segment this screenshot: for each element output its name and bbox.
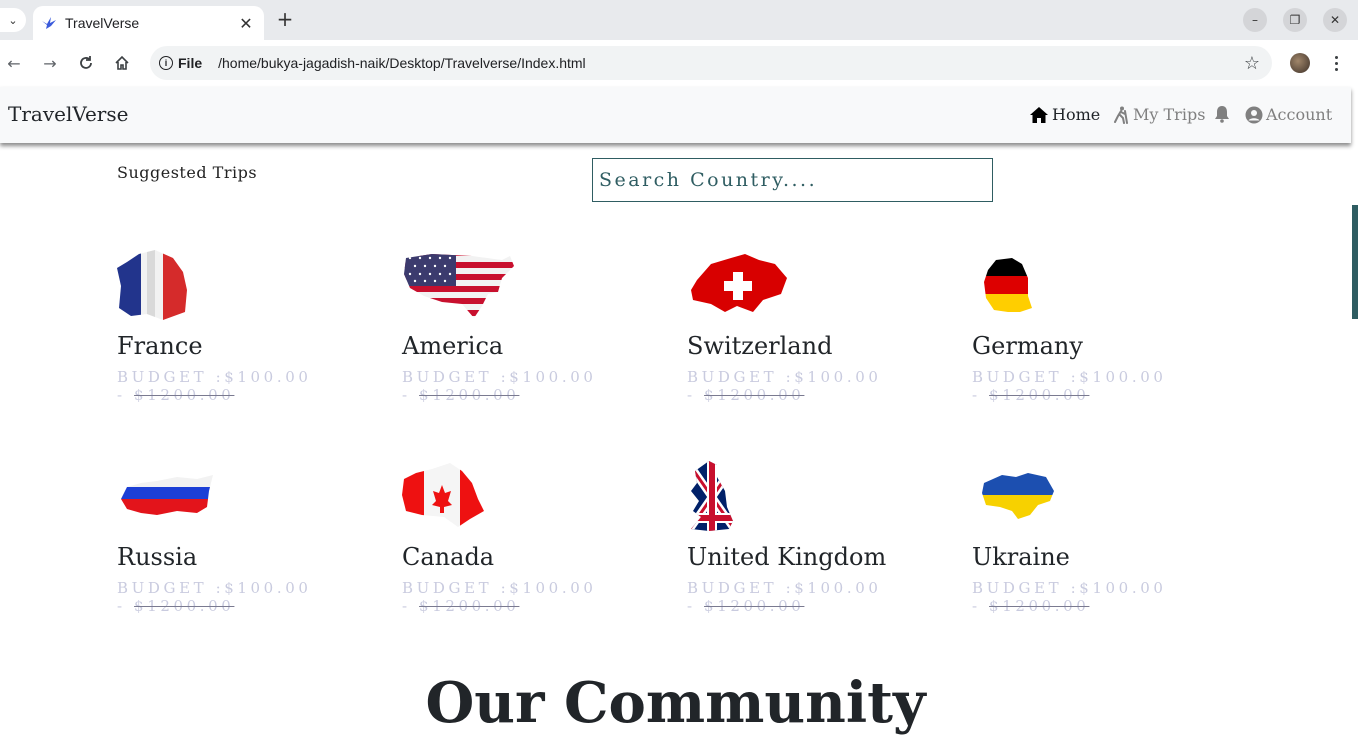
site-navbar: TravelVerse Home My Trips Account	[0, 87, 1351, 143]
trip-budget: BUDGET :$100.00 - $1200.00	[687, 579, 897, 615]
trip-card-ukraine[interactable]: Ukraine BUDGET :$100.00 - $1200.00	[972, 461, 1232, 621]
trip-budget: BUDGET :$100.00 - $1200.00	[687, 368, 897, 404]
nav-account-label: Account	[1266, 105, 1333, 124]
back-arrow-icon[interactable]: ←	[2, 51, 26, 75]
uk-flag-map-icon	[691, 461, 733, 531]
forward-arrow-icon[interactable]: →	[38, 51, 62, 75]
trip-card-canada[interactable]: Canada BUDGET :$100.00 - $1200.00	[402, 461, 662, 621]
trip-name: France	[117, 332, 203, 360]
russia-flag-map-icon	[121, 475, 213, 515]
bookmark-star-icon[interactable]: ☆	[1244, 53, 1260, 74]
home-icon	[1030, 106, 1048, 123]
budget-range-high: $1200.00	[704, 597, 805, 615]
trip-card-germany[interactable]: Germany BUDGET :$100.00 - $1200.00	[972, 250, 1232, 410]
trip-card-united-kingdom[interactable]: United Kingdom BUDGET :$100.00 - $1200.0…	[687, 461, 947, 621]
page-scrollbar-thumb[interactable]	[1352, 205, 1358, 319]
trip-name: Germany	[972, 332, 1083, 360]
nav-my-trips-label: My Trips	[1133, 105, 1206, 124]
trip-name: America	[402, 332, 504, 360]
trip-budget: BUDGET :$100.00 - $1200.00	[972, 368, 1182, 404]
tab-title: TravelVerse	[65, 15, 140, 31]
browser-toolbar: ← → i File /home/bukya-jagadish-naik/Des…	[0, 40, 1358, 86]
restore-window-icon[interactable]: ❐	[1283, 8, 1307, 32]
url-text[interactable]: /home/bukya-jagadish-naik/Desktop/Travel…	[218, 55, 586, 71]
trip-card-switzerland[interactable]: Switzerland BUDGET :$100.00 - $1200.00	[687, 250, 947, 410]
address-bar[interactable]: i File /home/bukya-jagadish-naik/Desktop…	[150, 46, 1272, 80]
budget-range-high: $1200.00	[419, 597, 520, 615]
site-info-chip[interactable]: i File	[159, 55, 202, 71]
suggested-trips-heading: Suggested Trips	[117, 163, 258, 182]
trip-budget: BUDGET :$100.00 - $1200.00	[117, 579, 327, 615]
tab-search-chevron-icon[interactable]: ⌄	[0, 8, 26, 32]
trip-budget: BUDGET :$100.00 - $1200.00	[402, 368, 612, 404]
budget-range-high: $1200.00	[134, 386, 235, 404]
trip-name: Canada	[402, 543, 495, 571]
home-icon[interactable]	[110, 51, 134, 75]
ukraine-flag-map-icon	[982, 473, 1054, 519]
budget-range-high: $1200.00	[419, 386, 520, 404]
close-window-icon[interactable]: ✕	[1323, 8, 1347, 32]
search-country-input[interactable]	[592, 158, 993, 202]
browser-menu-icon[interactable]	[1328, 51, 1344, 75]
brand-logo[interactable]: TravelVerse	[8, 102, 128, 126]
budget-range-high: $1200.00	[134, 597, 235, 615]
switzerland-flag-map-icon	[691, 254, 787, 312]
nav-account[interactable]: Account	[1245, 105, 1332, 124]
canada-flag-map-icon	[402, 463, 484, 527]
trip-budget: BUDGET :$100.00 - $1200.00	[117, 368, 327, 404]
budget-range-high: $1200.00	[989, 597, 1090, 615]
trip-card-america[interactable]: America BUDGET :$100.00 - $1200.00	[402, 250, 662, 410]
nav-home-label: Home	[1052, 105, 1101, 124]
trip-name: Ukraine	[972, 543, 1070, 571]
minimize-window-icon[interactable]: –	[1243, 8, 1267, 32]
info-icon: i	[159, 56, 173, 70]
new-tab-button[interactable]: +	[274, 8, 296, 30]
germany-flag-map-icon	[984, 258, 1032, 312]
trip-budget: BUDGET :$100.00 - $1200.00	[402, 579, 612, 615]
trip-name: United Kingdom	[687, 543, 887, 571]
usa-flag-map-icon	[404, 254, 514, 318]
reload-icon[interactable]	[74, 51, 98, 75]
france-flag-map-icon	[117, 250, 187, 320]
trip-name: Switzerland	[687, 332, 833, 360]
site-chip-label: File	[178, 55, 203, 71]
trip-card-russia[interactable]: Russia BUDGET :$100.00 - $1200.00	[117, 461, 377, 621]
hiker-icon	[1114, 106, 1128, 124]
notifications-bell-icon[interactable]	[1214, 105, 1233, 123]
browser-tab-strip: ⌄ TravelVerse ✕ + – ❐ ✕	[0, 0, 1358, 40]
our-community-heading: Our Community	[425, 670, 926, 736]
budget-range-high: $1200.00	[704, 386, 805, 404]
trip-name: Russia	[117, 543, 198, 571]
bird-favicon-icon	[42, 17, 56, 29]
nav-my-trips[interactable]: My Trips	[1112, 105, 1205, 124]
profile-avatar[interactable]	[1290, 53, 1310, 73]
tab-close-icon[interactable]: ✕	[238, 14, 254, 33]
trip-budget: BUDGET :$100.00 - $1200.00	[972, 579, 1182, 615]
nav-home[interactable]: Home	[1029, 105, 1100, 124]
user-circle-icon	[1245, 106, 1263, 123]
browser-tab[interactable]: TravelVerse ✕	[33, 6, 264, 40]
trip-card-france[interactable]: France BUDGET :$100.00 - $1200.00	[117, 250, 377, 410]
budget-range-high: $1200.00	[989, 386, 1090, 404]
